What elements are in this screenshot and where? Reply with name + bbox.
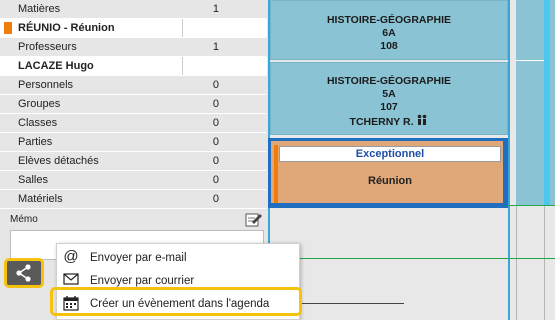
course-subject: HISTOIRE-GÉOGRAPHIE	[326, 14, 452, 26]
at-icon: @	[63, 248, 79, 265]
row-count: 0	[212, 79, 219, 91]
row-label: Groupes	[18, 98, 61, 110]
event-title: Exceptionnel	[279, 146, 501, 162]
row-label: RÉUNIO - Réunion	[18, 22, 115, 34]
row-count: 0	[212, 117, 219, 129]
menu-item-email[interactable]: @ Envoyer par e-mail	[57, 246, 299, 270]
color-swatch-icon	[4, 22, 12, 34]
memo-label: Mémo	[10, 214, 38, 225]
row-label: Matières	[18, 3, 61, 15]
course-card[interactable]: HISTOIRE-GÉOGRAPHIE 5A 107 TCHERNY R.	[270, 62, 508, 135]
row-count: 0	[212, 193, 219, 205]
share-icon	[16, 264, 31, 282]
row-lacaze[interactable]: LACAZE Hugo	[0, 57, 267, 76]
row-groupes[interactable]: Groupes 0	[0, 95, 266, 114]
row-matieres[interactable]: Matières 1	[0, 0, 266, 19]
row-materiels[interactable]: Matériels 0	[0, 190, 266, 209]
course-room: 107	[380, 101, 398, 113]
course-teacher: TCHERNY R.	[349, 115, 414, 128]
row-label: Professeurs	[18, 41, 77, 53]
course-card[interactable]: HISTOIRE-GÉOGRAPHIE 6A 108	[270, 0, 508, 60]
course-room: 108	[380, 40, 398, 52]
row-label: Salles	[18, 174, 48, 186]
menu-item-label: Envoyer par e-mail	[90, 252, 187, 264]
row-reunion[interactable]: RÉUNIO - Réunion	[0, 19, 267, 38]
row-count: 0	[212, 174, 219, 186]
event-card[interactable]: Exceptionnel Réunion	[268, 138, 508, 208]
row-parties[interactable]: Parties 0	[0, 133, 266, 152]
course-subject: HISTOIRE-GÉOGRAPHIE	[326, 75, 452, 87]
row-count: 0	[212, 98, 219, 110]
row-label: Parties	[18, 136, 53, 148]
row-count: 0	[212, 136, 219, 148]
course-class: 5A	[382, 88, 396, 100]
row-label: LACAZE Hugo	[18, 60, 94, 72]
event-text: Réunion	[368, 175, 412, 187]
row-classes[interactable]: Classes 0	[0, 114, 266, 133]
edit-memo-icon[interactable]	[245, 210, 263, 228]
row-label: Matériels	[18, 193, 63, 205]
row-label: Elèves détachés	[18, 155, 99, 167]
row-personnels[interactable]: Personnels 0	[0, 76, 266, 95]
row-count: 0	[212, 155, 219, 167]
envelope-icon	[63, 272, 79, 288]
menu-item-label: Envoyer par courrier	[90, 275, 195, 287]
row-eleves-detaches[interactable]: Elèves détachés 0	[0, 152, 266, 171]
people-icon	[416, 114, 428, 130]
share-button[interactable]	[4, 258, 44, 288]
row-label: Personnels	[18, 79, 74, 91]
row-label: Classes	[18, 117, 58, 129]
row-count: 1	[212, 3, 219, 15]
row-salles[interactable]: Salles 0	[0, 171, 266, 190]
row-professeurs[interactable]: Professeurs 1	[0, 38, 266, 57]
highlight-frame	[50, 287, 302, 316]
row-count: 1	[212, 41, 219, 53]
course-class: 6A	[382, 27, 396, 39]
